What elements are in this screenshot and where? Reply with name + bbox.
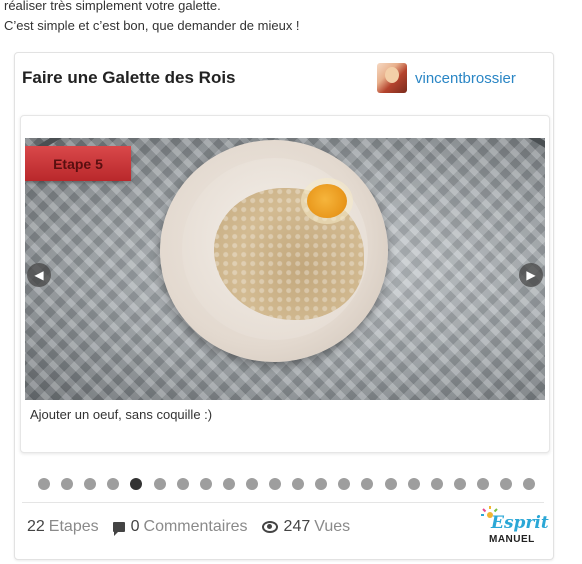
- divider: [22, 502, 544, 503]
- author-link[interactable]: vincentbrossier: [415, 70, 516, 87]
- comment-icon: [112, 522, 125, 536]
- logo-word: Esprit: [491, 513, 549, 533]
- author-avatar[interactable]: [377, 63, 407, 93]
- pagination-dot[interactable]: [38, 478, 50, 490]
- pagination-dot[interactable]: [199, 478, 212, 490]
- esprit-manuel-logo[interactable]: Esprit MANUEL: [481, 503, 549, 551]
- pagination-dot[interactable]: [292, 478, 305, 490]
- pagination-dot[interactable]: [523, 478, 536, 490]
- logo-subtitle: MANUEL: [489, 534, 535, 545]
- intro-line-1: réaliser très simplement votre galette.: [4, 0, 221, 13]
- views-label: Vues: [314, 518, 351, 535]
- pagination-dot-active[interactable]: [130, 478, 143, 490]
- pagination-dot[interactable]: [84, 478, 97, 490]
- eye-icon: [261, 521, 278, 533]
- pagination-dot[interactable]: [107, 478, 120, 490]
- intro-line-2: C’est simple et c’est bon, que demander …: [4, 18, 300, 33]
- pagination-dot[interactable]: [153, 478, 166, 490]
- stats-bar: 22 Etapes 0 Commentaires 247 Vues: [27, 518, 364, 536]
- steps-count: 22: [27, 518, 45, 535]
- pagination-dot[interactable]: [407, 478, 420, 490]
- comments-label: Commentaires: [143, 518, 248, 535]
- intro-text: réaliser très simplement votre galette. …: [4, 0, 300, 36]
- comments-stat[interactable]: 0 Commentaires: [112, 518, 248, 536]
- pagination-dot[interactable]: [61, 478, 74, 490]
- views-count: 247: [283, 518, 311, 535]
- author-block[interactable]: vincentbrossier: [377, 63, 516, 93]
- pagination-dot[interactable]: [222, 478, 235, 490]
- pagination-dot[interactable]: [338, 478, 351, 490]
- tutorial-card: Faire une Galette des Rois vincentbrossi…: [14, 52, 554, 560]
- pagination-dot[interactable]: [315, 478, 328, 490]
- pagination-dot[interactable]: [500, 478, 512, 490]
- step-caption: Ajouter un oeuf, sans coquille :): [30, 407, 213, 422]
- slide-pagination: [15, 478, 553, 490]
- pagination-dot[interactable]: [245, 478, 258, 490]
- bowl: [160, 140, 388, 362]
- pagination-dot[interactable]: [269, 478, 281, 490]
- bowl-inner: [182, 158, 368, 340]
- tutorial-title[interactable]: Faire une Galette des Rois: [22, 68, 236, 88]
- pagination-dot[interactable]: [361, 478, 374, 490]
- step-badge: Etape 5: [25, 146, 131, 181]
- step-slide: Etape 5 ◀ ▶ Ajouter un oeuf, sans coquil…: [20, 115, 550, 453]
- chevron-left-icon[interactable]: ◀: [27, 263, 51, 287]
- comments-count: 0: [130, 518, 140, 535]
- chevron-right-icon[interactable]: ▶: [519, 263, 543, 287]
- pagination-dot[interactable]: [176, 478, 189, 490]
- steps-stat: 22 Etapes: [27, 518, 99, 536]
- step-photo: Etape 5 ◀ ▶: [25, 138, 545, 400]
- pagination-dot[interactable]: [384, 478, 397, 490]
- egg-yolk: [307, 184, 347, 218]
- pagination-dot[interactable]: [453, 478, 466, 490]
- pagination-dot[interactable]: [430, 478, 443, 490]
- pagination-dot[interactable]: [476, 478, 489, 490]
- views-stat: 247 Vues: [261, 518, 351, 536]
- steps-label: Etapes: [48, 518, 99, 535]
